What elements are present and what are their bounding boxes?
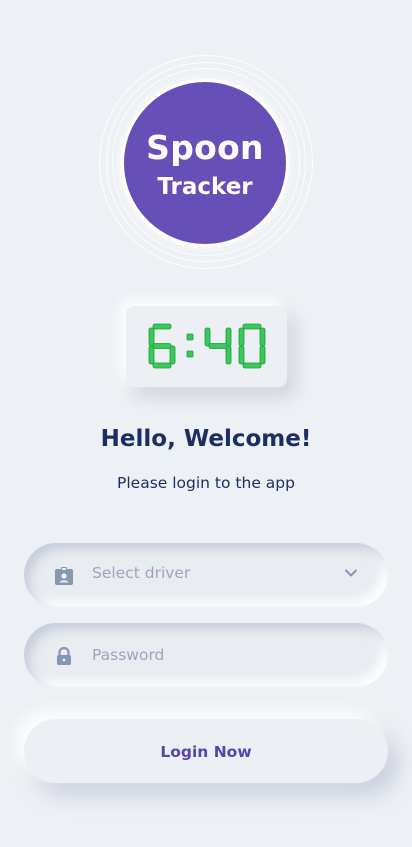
contact-badge-icon [55,567,73,585]
clock-digits [148,323,266,369]
lock-icon [57,646,71,665]
clock-segment-e [238,345,245,365]
driver-select-placeholder: Select driver [92,564,191,582]
clock-segment-b [225,327,232,347]
welcome-subtitle: Please login to the app [117,474,295,492]
clock-segment-a [152,323,172,330]
clock-segment-f [148,327,155,347]
clock-segment-f [238,327,245,347]
clock-segment-d [242,362,262,369]
digital-clock [126,306,287,387]
logo-badge: Spoon Tracker [121,79,289,247]
clock-colon-dot [186,333,194,341]
app-logo: Spoon Tracker [99,55,313,269]
clock-segment-c [259,345,266,365]
clock-segment-b [259,327,266,347]
clock-segment-a [242,323,262,330]
welcome-heading: Hello, Welcome! [100,426,312,452]
driver-select[interactable]: Select driver [24,543,388,607]
chevron-down-icon[interactable] [344,568,358,578]
password-field[interactable] [24,623,388,687]
clock-segment-c [225,345,232,365]
clock-segment-f [204,327,211,347]
clock-segment-c [169,345,176,365]
clock-segment-d [152,362,172,369]
logo-text-tracker: Tracker [157,174,253,200]
clock-segment-g [208,343,228,349]
password-input[interactable] [90,641,364,669]
clock-colon-dot [186,350,194,358]
logo-text-spoon: Spoon [146,128,264,167]
clock-segment-e [148,345,155,365]
login-button[interactable]: Login Now [24,719,388,783]
clock-segment-g [152,343,172,349]
